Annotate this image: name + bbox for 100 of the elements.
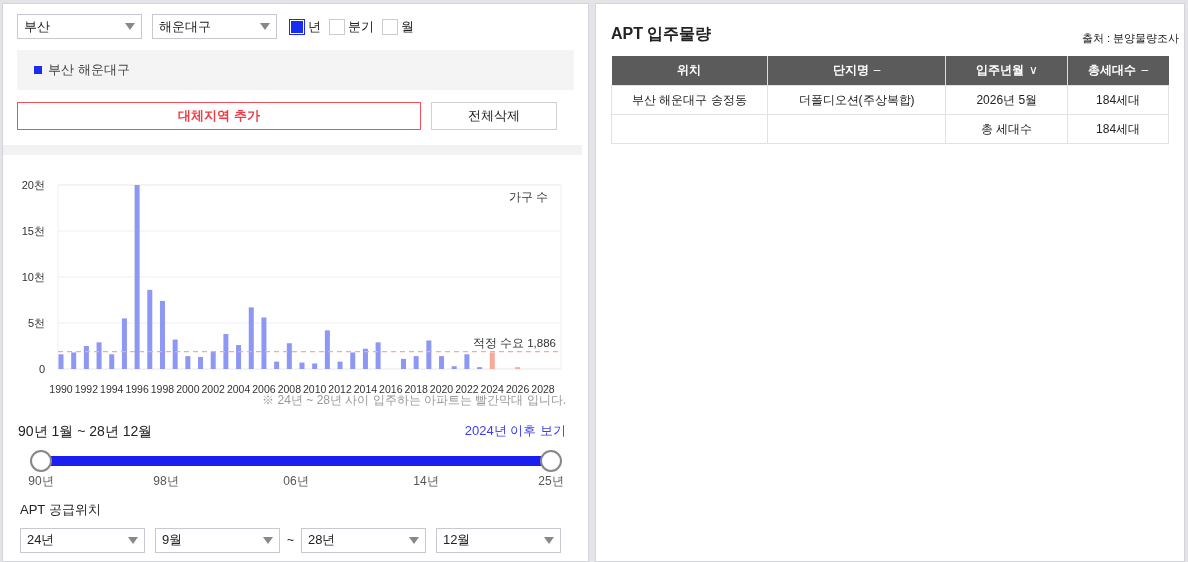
y-tick-label: 10천 bbox=[21, 271, 45, 283]
slider-tick-label: 14년 bbox=[413, 473, 439, 490]
bar bbox=[83, 346, 89, 369]
x-tick-label: 2026 bbox=[505, 383, 530, 395]
slider-tick-label: 25년 bbox=[538, 473, 564, 490]
bar bbox=[96, 342, 102, 369]
x-tick-label: 2006 bbox=[252, 383, 276, 395]
x-tick-label: 2020 bbox=[429, 383, 454, 395]
period-label: 분기 bbox=[348, 17, 374, 36]
table-cell: 더폴디오션(주상복합) bbox=[798, 92, 915, 107]
bar bbox=[198, 357, 204, 369]
region-label: 부산 해운대구 bbox=[48, 61, 130, 80]
district-dropdown[interactable]: 해운대구 bbox=[152, 14, 277, 39]
bar bbox=[375, 342, 381, 369]
x-tick-label: 1992 bbox=[74, 383, 99, 395]
bar bbox=[172, 339, 178, 369]
dropdown-caret-icon bbox=[125, 23, 135, 30]
table-cell: 184세대 bbox=[1096, 121, 1141, 136]
x-tick-label: 1996 bbox=[125, 383, 149, 395]
bar bbox=[261, 317, 267, 369]
x-tick-label: 2002 bbox=[201, 383, 225, 395]
bar bbox=[274, 361, 280, 369]
bar bbox=[464, 354, 470, 369]
clear-all-button[interactable]: 전체삭제 bbox=[431, 102, 557, 130]
x-tick-label: 2014 bbox=[353, 383, 378, 395]
column-header[interactable]: 입주년월 ∨ bbox=[945, 56, 1068, 85]
dropdown-caret-icon bbox=[263, 536, 273, 544]
month-dropdown[interactable]: 9월 bbox=[155, 527, 280, 553]
bar bbox=[400, 358, 406, 369]
x-tick-label: 2016 bbox=[379, 383, 403, 395]
column-header[interactable]: 단지명 – bbox=[767, 56, 946, 85]
x-tick-label: 1990 bbox=[49, 383, 73, 395]
bar bbox=[413, 356, 419, 369]
month-dropdown[interactable]: 12월 bbox=[436, 527, 561, 553]
bar bbox=[312, 363, 318, 369]
slider-tick-label: 06년 bbox=[283, 473, 309, 490]
bar bbox=[223, 334, 229, 369]
bar bbox=[71, 352, 77, 369]
range-separator: ~ bbox=[287, 532, 294, 549]
x-tick-label: 1994 bbox=[100, 383, 124, 395]
dropdown-caret-icon bbox=[260, 23, 270, 30]
bar bbox=[489, 352, 495, 369]
period-label: 월 bbox=[401, 17, 414, 36]
period-checkbox[interactable] bbox=[289, 18, 305, 35]
demand-label: 적정 수요 1,886 bbox=[472, 336, 556, 349]
bar bbox=[286, 343, 292, 369]
bar bbox=[121, 318, 127, 369]
bar bbox=[58, 354, 64, 369]
bar bbox=[299, 362, 305, 369]
bar bbox=[248, 307, 254, 369]
y-tick-label: 0 bbox=[38, 363, 45, 375]
add-region-button[interactable]: 대체지역 추가 bbox=[17, 102, 421, 130]
bar bbox=[439, 356, 445, 369]
bar bbox=[109, 354, 115, 369]
table-cell: 총 세대수 bbox=[981, 121, 1033, 136]
range-title: 90년 1월 ~ 28년 12월 bbox=[18, 422, 153, 441]
supply-title: APT 공급위치 bbox=[19, 501, 102, 519]
bar bbox=[185, 356, 191, 369]
slider-handle[interactable] bbox=[30, 450, 52, 472]
bar bbox=[362, 348, 368, 369]
dropdown-caret-icon bbox=[544, 536, 554, 544]
slider-tick-label: 98년 bbox=[153, 473, 179, 490]
table-cell: 2026년 5월 bbox=[976, 92, 1038, 107]
slider-tick-label: 90년 bbox=[28, 473, 54, 490]
bar bbox=[324, 330, 330, 369]
y-tick-label: 15천 bbox=[21, 225, 45, 237]
table-cell: 184세대 bbox=[1096, 92, 1141, 107]
dropdown-caret-icon bbox=[128, 536, 138, 544]
x-tick-label: 2008 bbox=[277, 383, 301, 395]
column-header: 위치 bbox=[611, 56, 768, 85]
x-tick-label: 2028 bbox=[531, 383, 555, 395]
x-tick-label: 1998 bbox=[150, 383, 175, 395]
chart-note: ※ 24년 ~ 28년 사이 입주하는 아파트는 빨간막대 입니다. bbox=[261, 393, 567, 409]
x-tick-label: 2010 bbox=[303, 383, 327, 395]
bar bbox=[426, 340, 432, 369]
slider-handle[interactable] bbox=[540, 450, 562, 472]
source-label: 출처 : 분양물량조사 bbox=[1081, 30, 1179, 46]
view-after-2024-link[interactable]: 2024년 이후 보기 bbox=[464, 421, 573, 442]
period-label: 년 bbox=[308, 17, 321, 36]
region-dropdown[interactable]: 부산 bbox=[17, 14, 142, 39]
bar bbox=[210, 351, 216, 369]
bar bbox=[159, 300, 165, 369]
x-tick-label: 2024 bbox=[480, 383, 504, 395]
dropdown-caret-icon bbox=[409, 536, 419, 544]
table-title: APT 입주물량 bbox=[611, 24, 712, 44]
year-dropdown[interactable]: 24년 bbox=[20, 527, 145, 553]
bar bbox=[236, 345, 242, 369]
y-tick-label: 20천 bbox=[21, 179, 45, 191]
x-tick-label: 2022 bbox=[455, 383, 479, 395]
year-dropdown[interactable]: 28년 bbox=[301, 527, 426, 553]
x-tick-label: 2000 bbox=[176, 383, 200, 395]
bar bbox=[451, 366, 457, 369]
table-cell: 부산 해운대구 송정동 bbox=[632, 92, 747, 107]
y-tick-label: 5천 bbox=[27, 317, 45, 329]
bar bbox=[337, 361, 343, 369]
y-axis-title: 가구 수 bbox=[508, 190, 548, 204]
column-header[interactable]: 총세대수 – bbox=[1067, 56, 1169, 85]
x-tick-label: 2012 bbox=[328, 383, 352, 395]
x-tick-label: 2018 bbox=[404, 383, 428, 395]
x-tick-label: 2004 bbox=[226, 383, 251, 395]
